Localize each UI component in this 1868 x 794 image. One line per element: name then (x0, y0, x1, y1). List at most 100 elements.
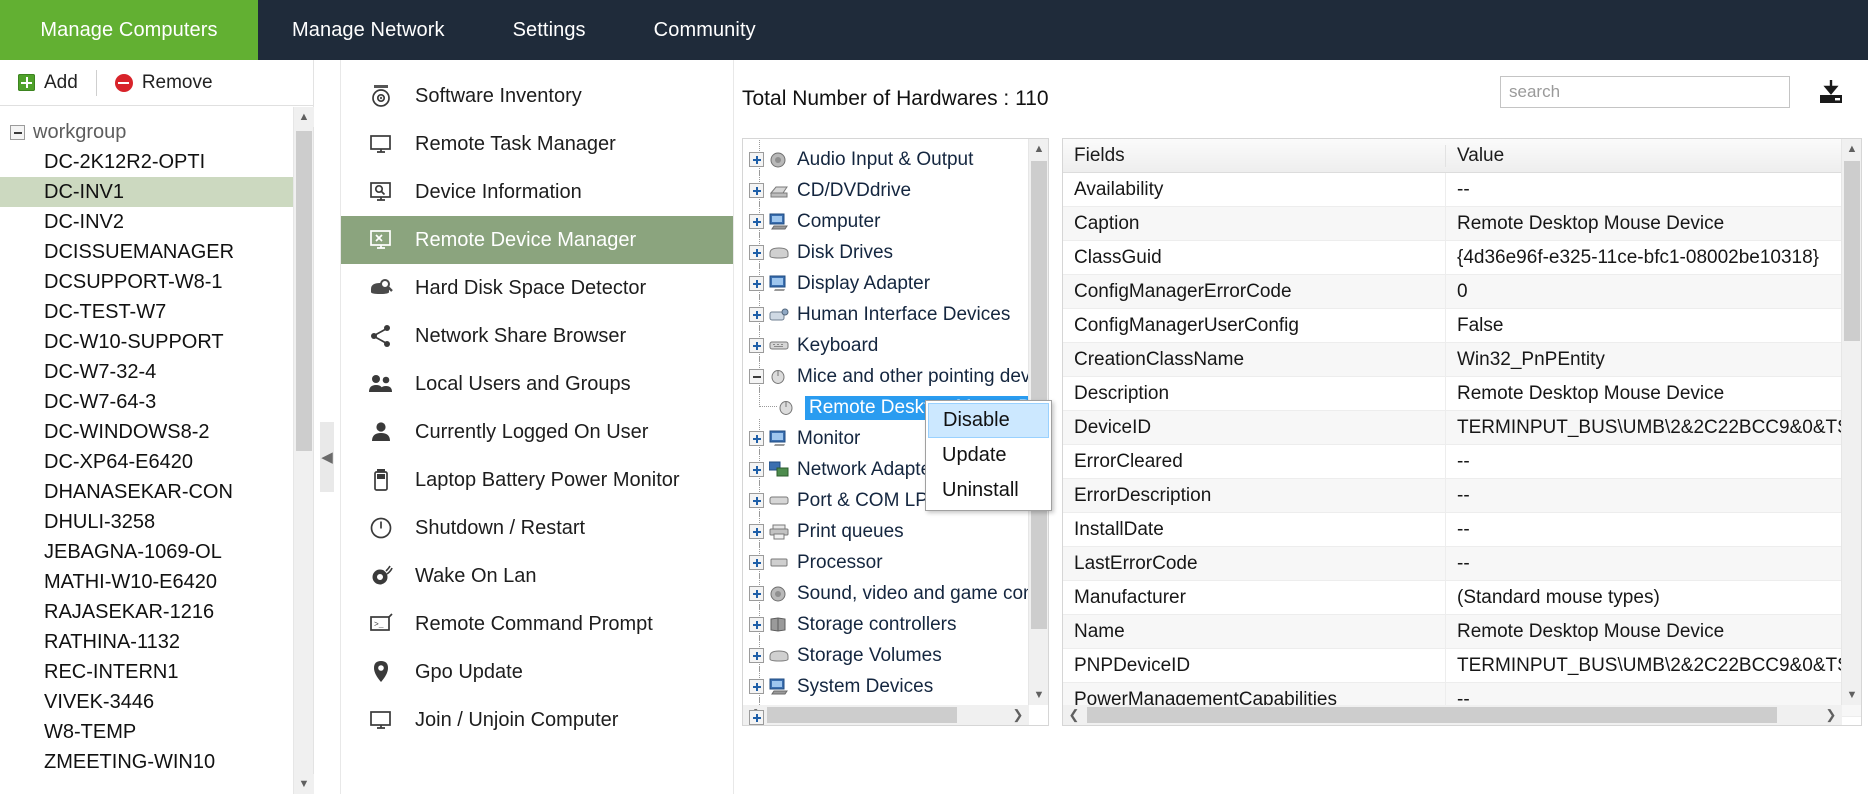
expand-icon[interactable] (749, 524, 764, 539)
props-scroll-thumb[interactable] (1844, 161, 1860, 341)
computer-list-item[interactable]: RAJASEKAR-1216 (0, 597, 313, 627)
properties-vertical-scrollbar[interactable]: ▲ ▼ (1841, 139, 1861, 705)
table-row[interactable]: ConfigManagerErrorCode0 (1063, 275, 1861, 309)
table-row[interactable]: Availability-- (1063, 173, 1861, 207)
computer-list-item[interactable]: DC-W7-32-4 (0, 357, 313, 387)
expand-icon[interactable] (749, 307, 764, 322)
tools-menu-item[interactable]: Remote Task Manager (341, 120, 733, 168)
scroll-down-arrow[interactable]: ▼ (294, 774, 314, 794)
collapse-icon[interactable] (749, 369, 764, 384)
computer-list-item[interactable]: JEBAGNA-1069-OL (0, 537, 313, 567)
hardware-tree-node[interactable]: Keyboard (749, 330, 1048, 361)
properties-horizontal-scrollbar[interactable]: ❮ ❯ (1063, 705, 1842, 725)
props-scroll-up-arrow[interactable]: ▲ (1842, 139, 1862, 159)
expand-icon[interactable] (749, 431, 764, 446)
tools-menu-item[interactable]: Device Information (341, 168, 733, 216)
download-icon[interactable] (1814, 76, 1848, 108)
expand-icon[interactable] (749, 555, 764, 570)
add-button[interactable]: Add (10, 70, 86, 96)
tools-menu-item[interactable]: Network Share Browser (341, 312, 733, 360)
table-row[interactable]: NameRemote Desktop Mouse Device (1063, 615, 1861, 649)
hardware-tree-node[interactable]: Print queues (749, 516, 1048, 547)
table-row[interactable]: InstallDate-- (1063, 513, 1861, 547)
props-scroll-down-arrow[interactable]: ▼ (1842, 685, 1862, 705)
computer-list-item[interactable]: W8-TEMP (0, 717, 313, 747)
tab-manage-computers[interactable]: Manage Computers (0, 0, 258, 60)
hardware-tree-node[interactable]: System Devices (749, 671, 1048, 702)
computer-list-item[interactable]: DC-INV1 (0, 177, 313, 207)
tree-root-workgroup[interactable]: workgroup (0, 118, 313, 147)
tools-menu-item[interactable]: Laptop Battery Power Monitor (341, 456, 733, 504)
computer-list-item[interactable]: DC-WINDOWS8-2 (0, 417, 313, 447)
hardware-tree-node[interactable]: Disk Drives (749, 237, 1048, 268)
computer-list-item[interactable]: ZMEETING-WIN10 (0, 747, 313, 777)
table-row[interactable]: PNPDeviceIDTERMINPUT_BUS\UMB\2&2C22BCC9&… (1063, 649, 1861, 683)
expand-icon[interactable] (749, 710, 764, 725)
computer-list-item[interactable]: DC-XP64-E6420 (0, 447, 313, 477)
computer-list-item[interactable]: DHANASEKAR-CON (0, 477, 313, 507)
tools-menu-item[interactable]: Hard Disk Space Detector (341, 264, 733, 312)
tools-menu-item[interactable]: Wake On Lan (341, 552, 733, 600)
props-scroll-left-arrow[interactable]: ❮ (1063, 705, 1085, 725)
context-menu-item[interactable]: Update (928, 438, 1049, 473)
scroll-thumb[interactable] (296, 131, 312, 451)
context-menu-item[interactable]: Disable (928, 403, 1049, 438)
computer-list-item[interactable]: DC-2K12R2-OPTI (0, 147, 313, 177)
hardware-tree-horizontal-scrollbar[interactable]: ❮ ❯ (743, 705, 1029, 725)
expand-icon[interactable] (749, 152, 764, 167)
tree-hscroll-thumb[interactable] (767, 707, 957, 723)
props-scroll-right-arrow[interactable]: ❯ (1820, 705, 1842, 725)
computer-list-item[interactable]: DC-W7-64-3 (0, 387, 313, 417)
hardware-tree-node[interactable]: Human Interface Devices (749, 299, 1048, 330)
hardware-tree-node[interactable]: Computer (749, 206, 1048, 237)
tools-menu-item[interactable]: Join / Unjoin Computer (341, 696, 733, 744)
hardware-tree-node[interactable]: Sound, video and game controllers (749, 578, 1048, 609)
context-menu-item[interactable]: Uninstall (928, 473, 1049, 508)
tree-scroll-down-arrow[interactable]: ▼ (1029, 685, 1049, 705)
expand-icon[interactable] (749, 586, 764, 601)
table-row[interactable]: ErrorDescription-- (1063, 479, 1861, 513)
tools-menu-item[interactable]: Remote Device Manager (341, 216, 733, 264)
table-row[interactable]: Manufacturer(Standard mouse types) (1063, 581, 1861, 615)
expand-icon[interactable] (749, 276, 764, 291)
table-row[interactable]: CreationClassNameWin32_PnPEntity (1063, 343, 1861, 377)
tab-manage-network[interactable]: Manage Network (258, 0, 479, 60)
hardware-tree-node[interactable]: Audio Input & Output (749, 144, 1048, 175)
tools-menu-item[interactable]: Gpo Update (341, 648, 733, 696)
hardware-tree-node[interactable]: Mice and other pointing devices (749, 361, 1048, 392)
tools-menu-item[interactable]: Currently Logged On User (341, 408, 733, 456)
tools-menu-item[interactable]: >_Remote Command Prompt (341, 600, 733, 648)
search-input[interactable] (1500, 76, 1790, 108)
expand-icon[interactable] (749, 245, 764, 260)
table-row[interactable]: ClassGuid{4d36e96f-e325-11ce-bfc1-08002b… (1063, 241, 1861, 275)
props-hscroll-thumb[interactable] (1087, 707, 1777, 723)
computer-list-item[interactable]: DCISSUEMANAGER (0, 237, 313, 267)
tools-menu-item[interactable]: Software Inventory (341, 72, 733, 120)
expand-icon[interactable] (749, 462, 764, 477)
table-row[interactable]: DescriptionRemote Desktop Mouse Device (1063, 377, 1861, 411)
pane-splitter-handle[interactable]: ◀ (320, 422, 334, 492)
expand-icon[interactable] (749, 183, 764, 198)
tools-menu-item[interactable]: Shutdown / Restart (341, 504, 733, 552)
hardware-tree-node[interactable]: Storage controllers (749, 609, 1048, 640)
tools-menu-item[interactable]: Local Users and Groups (341, 360, 733, 408)
collapse-icon[interactable] (10, 125, 25, 140)
computer-list-item[interactable]: DC-INV2 (0, 207, 313, 237)
computer-list-item[interactable]: RATHINA-1132 (0, 627, 313, 657)
computers-vertical-scrollbar[interactable]: ▲ ▼ (293, 107, 313, 794)
tree-scroll-thumb[interactable] (1031, 161, 1047, 629)
table-row[interactable]: CaptionRemote Desktop Mouse Device (1063, 207, 1861, 241)
expand-icon[interactable] (749, 214, 764, 229)
computer-list-item[interactable]: VIVEK-3446 (0, 687, 313, 717)
table-row[interactable]: ConfigManagerUserConfigFalse (1063, 309, 1861, 343)
tree-scroll-up-arrow[interactable]: ▲ (1029, 139, 1049, 159)
computer-list-item[interactable]: DC-W10-SUPPORT (0, 327, 313, 357)
tab-settings[interactable]: Settings (479, 0, 620, 60)
expand-icon[interactable] (749, 617, 764, 632)
computer-list-item[interactable]: DCSUPPORT-W8-1 (0, 267, 313, 297)
expand-icon[interactable] (749, 338, 764, 353)
hardware-tree-node[interactable]: Storage Volumes (749, 640, 1048, 671)
table-row[interactable]: ErrorCleared-- (1063, 445, 1861, 479)
table-row[interactable]: DeviceIDTERMINPUT_BUS\UMB\2&2C22BCC9&0&T… (1063, 411, 1861, 445)
expand-icon[interactable] (749, 648, 764, 663)
